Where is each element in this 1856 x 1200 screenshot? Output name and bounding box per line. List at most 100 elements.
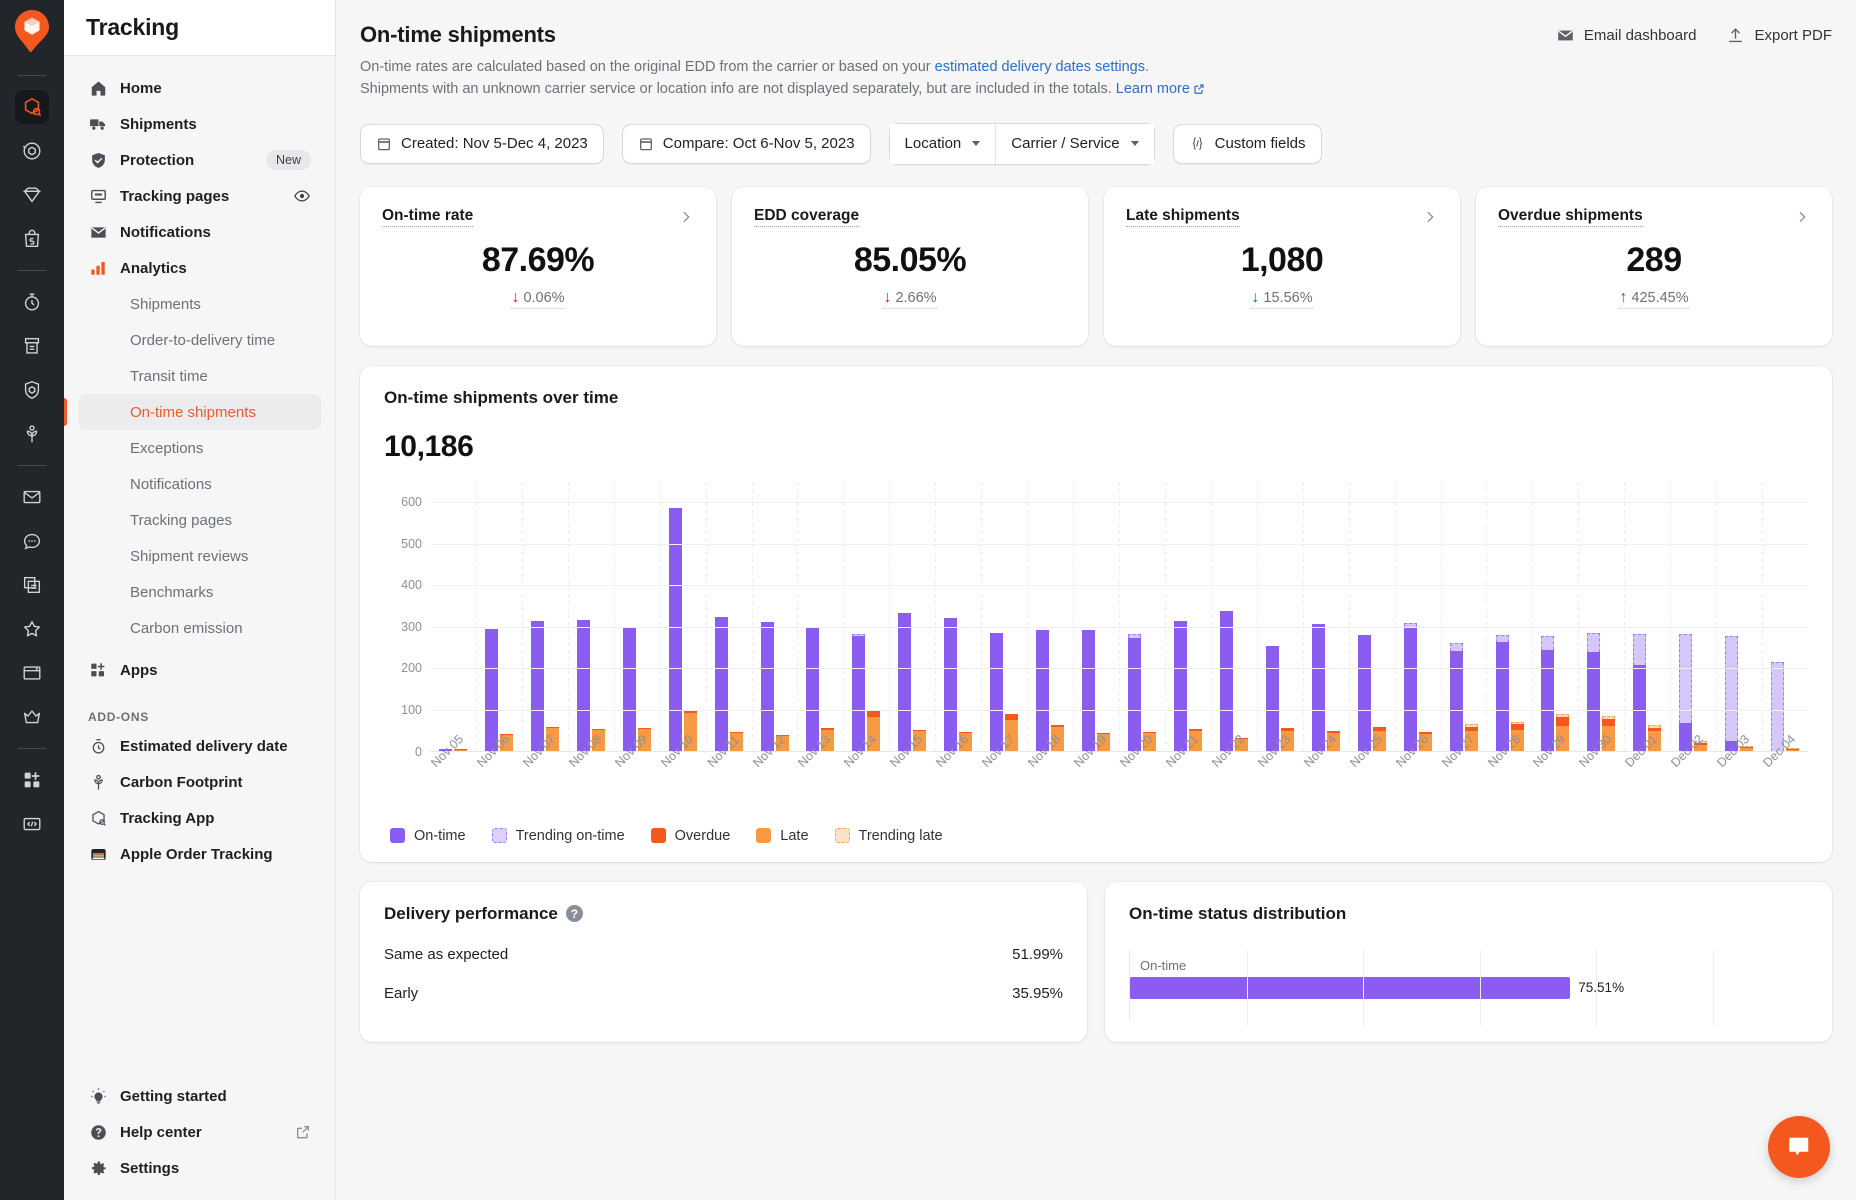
chart-bar-on-time[interactable] [577,620,590,751]
sidebar-item-help-center[interactable]: Help center [78,1114,321,1150]
chart-bar-on-time[interactable] [990,633,1003,751]
sidebar-item-settings[interactable]: Settings [78,1150,321,1186]
sidebar-subitem-order-to-delivery-time[interactable]: Order-to-delivery time [78,322,321,358]
chart-bar-on-time[interactable] [1450,643,1463,751]
sidebar-subitem-tracking-pages[interactable]: Tracking pages [78,502,321,538]
kpi-card-overdue-shipments[interactable]: Overdue shipments 289 ↑425.45% [1476,187,1832,346]
sidebar-item-estimated-delivery-date[interactable]: Estimated delivery date [78,728,321,764]
reviews-icon[interactable] [15,612,49,646]
chart-bar-on-time[interactable] [1679,634,1692,750]
sidebar-item-apps[interactable]: Apps [78,652,321,688]
learn-more-link[interactable]: Learn more [1116,81,1190,97]
sidebar-item-apple-order-tracking[interactable]: Apple Order Tracking [78,836,321,872]
kpi-card-late-shipments[interactable]: Late shipments 1,080 ↓15.56% [1104,187,1460,346]
legend-item-trending-on-time[interactable]: Trending on-time [492,828,625,844]
chart-x-tick: Nov 22 [1211,752,1257,810]
email-dashboard-button[interactable]: Email dashboard [1556,26,1697,45]
chart-bar-on-time[interactable] [1496,635,1509,751]
chart-vertical-gridline [522,482,523,751]
chevron-right-icon[interactable] [1422,209,1438,225]
chart-bar-on-time[interactable] [1358,635,1371,750]
chart-bar-on-time[interactable] [715,617,728,751]
chart-bar-on-time[interactable] [623,628,636,751]
developer-icon[interactable] [15,807,49,841]
location-filter[interactable]: Location [890,124,996,164]
kpi-delta-value: 425.45% [1631,290,1688,306]
legend-item-trending-late[interactable]: Trending late [835,828,943,844]
sidebar-subitem-shipment-reviews[interactable]: Shipment reviews [78,538,321,574]
loyalty-icon[interactable] [15,178,49,212]
carrier-service-filter[interactable]: Carrier / Service [995,124,1153,164]
chart-bar-on-time[interactable] [761,622,774,750]
chart-bar-on-time[interactable] [806,627,819,750]
apps-grid-icon [88,661,108,679]
chart-bar-on-time[interactable] [1082,630,1095,750]
chart-segment-on-time [1266,646,1279,750]
sidebar-item-notifications[interactable]: Notifications [78,214,321,250]
sidebar-subitem-shipments[interactable]: Shipments [78,286,321,322]
sidebar-subitem-transit-time[interactable]: Transit time [78,358,321,394]
eye-icon[interactable] [293,187,311,205]
chart-bar-on-time[interactable] [1266,646,1279,750]
crown-icon[interactable] [15,700,49,734]
sidebar-item-protection[interactable]: Protection New [78,142,321,178]
chart-bar-on-time[interactable] [1312,624,1325,751]
chart-bar-on-time[interactable] [1725,636,1738,751]
chart-bar-on-time[interactable] [1587,633,1600,751]
chevron-right-icon[interactable] [678,209,694,225]
shipping-labels-icon[interactable] [15,329,49,363]
estimated-delivery-dates-settings-link[interactable]: estimated delivery dates settings [935,59,1145,75]
sidebar-item-getting-started[interactable]: Getting started [78,1078,321,1114]
kpi-card-on-time-rate[interactable]: On-time rate 87.69% ↓0.06% [360,187,716,346]
custom-fields-filter[interactable]: Custom fields [1173,124,1322,164]
carbon-footprint-icon[interactable] [15,417,49,451]
kpi-card-edd-coverage[interactable]: EDD coverage 85.05% ↓2.66% [732,187,1088,346]
chart-bar-on-time[interactable] [1174,621,1187,750]
chart-bar-on-time[interactable] [944,618,957,751]
chart-bar-on-time[interactable] [1404,623,1417,751]
sidebar-item-tracking-app[interactable]: Tracking App [78,800,321,836]
sidebar-subitem-benchmarks[interactable]: Benchmarks [78,574,321,610]
shopping-bag-icon[interactable] [15,222,49,256]
compare-date-filter[interactable]: Compare: Oct 6-Nov 5, 2023 [622,124,871,164]
dist-gridline [1596,950,1597,1026]
legend-item-on-time[interactable]: On-time [390,828,466,844]
sidebar-item-tracking-pages[interactable]: Tracking pages [78,178,321,214]
legend-item-overdue[interactable]: Overdue [651,828,731,844]
chart-bar-on-time[interactable] [1128,634,1141,750]
export-pdf-button[interactable]: Export PDF [1726,26,1832,45]
sidebar-item-carbon-footprint[interactable]: Carbon Footprint [78,764,321,800]
apps-icon[interactable] [15,763,49,797]
package-logo-icon[interactable] [13,10,51,54]
sidebar-item-home[interactable]: Home [78,70,321,106]
external-link-icon[interactable] [295,1124,311,1140]
chart-bar-on-time[interactable] [531,621,544,750]
sidebar-subitem-carbon-emission[interactable]: Carbon emission [78,610,321,646]
question-circle-icon[interactable]: ? [566,905,583,922]
pages-icon[interactable] [15,568,49,602]
chart-bar-on-time[interactable] [1036,630,1049,750]
chart-bar-on-time[interactable] [898,613,911,750]
chart-bar-on-time[interactable] [1541,636,1554,751]
sidebar-subitem-exceptions[interactable]: Exceptions [78,430,321,466]
chat-bubble-icon[interactable] [1768,1116,1830,1178]
chart-bar-on-time[interactable] [1633,634,1646,751]
chart-bar-on-time[interactable] [852,634,865,750]
created-date-filter[interactable]: Created: Nov 5-Dec 4, 2023 [360,124,604,164]
sidebar-subitem-notifications[interactable]: Notifications [78,466,321,502]
returns-icon[interactable] [15,134,49,168]
sidebar-item-shipments[interactable]: Shipments [78,106,321,142]
estimated-delivery-date-icon[interactable] [15,285,49,319]
email-icon[interactable] [15,480,49,514]
sidebar-subitem-label: Notifications [130,476,212,493]
chevron-right-icon[interactable] [1794,209,1810,225]
legend-item-late[interactable]: Late [756,828,808,844]
protection-shield-icon[interactable] [15,373,49,407]
sidebar-item-analytics[interactable]: Analytics [78,250,321,286]
chart-bar-on-time[interactable] [1220,611,1233,750]
sidebar-subitem-on-time-shipments[interactable]: On-time shipments [78,394,321,430]
chat-icon[interactable] [15,524,49,558]
chart-bar-on-time[interactable] [485,629,498,751]
browser-icon[interactable] [15,656,49,690]
tracking-app-icon[interactable] [15,90,49,124]
